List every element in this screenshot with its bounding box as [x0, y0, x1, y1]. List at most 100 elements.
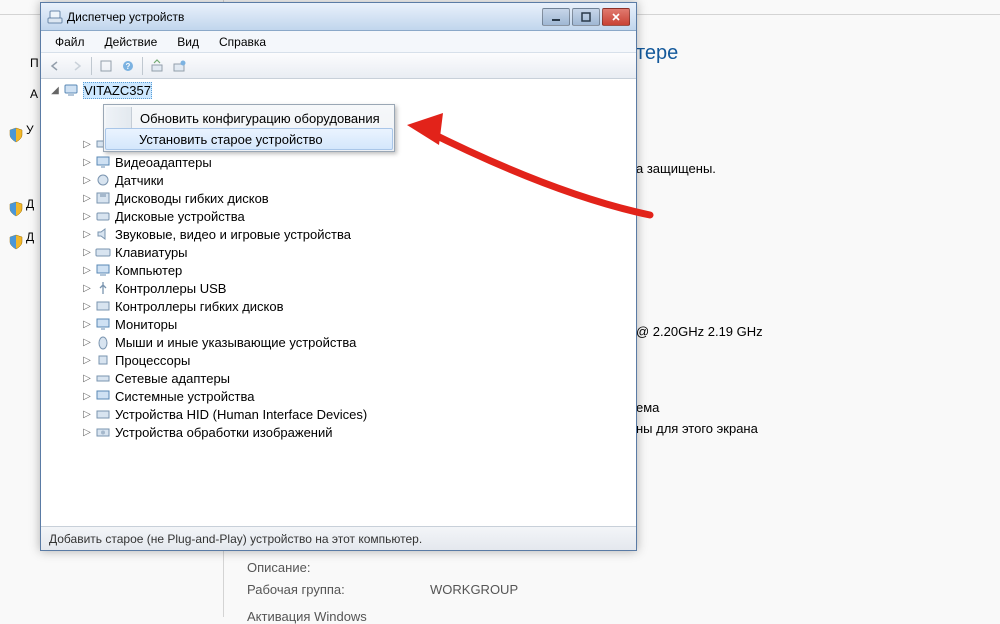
expand-toggle-icon[interactable]: ▷ — [81, 157, 93, 168]
device-manager-window: Диспетчер устройств Файл Действие Вид Сп… — [40, 2, 637, 551]
expand-toggle-icon[interactable]: ▷ — [81, 211, 93, 222]
expand-toggle-icon[interactable]: ▷ — [81, 193, 93, 204]
ctx-item-label: Обновить конфигурацию оборудования — [140, 111, 380, 126]
sensor-icon — [95, 172, 111, 188]
expand-toggle-icon[interactable]: ▷ — [81, 265, 93, 276]
status-text: Добавить старое (не Plug-and-Play) устро… — [49, 532, 422, 546]
toolbar-back-button[interactable] — [45, 56, 65, 76]
close-button[interactable] — [602, 8, 630, 26]
tree-item[interactable]: ▷ Мыши и иные указывающие устройства — [41, 333, 636, 351]
bg-letter-2: У — [26, 123, 34, 137]
bg-value-workgroup: WORKGROUP — [430, 582, 518, 597]
tree-item[interactable]: ▷ Датчики — [41, 171, 636, 189]
tree-item-label: Системные устройства — [115, 389, 254, 404]
menubar: Файл Действие Вид Справка — [41, 31, 636, 53]
network-adapter-icon — [95, 370, 111, 386]
shield-icon — [8, 234, 24, 250]
toolbar-legacy-button[interactable] — [169, 56, 189, 76]
expand-toggle-icon[interactable]: ▷ — [81, 373, 93, 384]
tree-item-label: Компьютер — [115, 263, 182, 278]
tree-item[interactable]: ▷ Дисководы гибких дисков — [41, 189, 636, 207]
window-title: Диспетчер устройств — [67, 10, 542, 24]
menu-view[interactable]: Вид — [167, 33, 209, 51]
expand-toggle-icon[interactable]: ▷ — [81, 337, 93, 348]
menu-action[interactable]: Действие — [95, 33, 168, 51]
tree-item[interactable]: ▷ Системные устройства — [41, 387, 636, 405]
expand-toggle-icon[interactable]: ▷ — [81, 319, 93, 330]
menu-help[interactable]: Справка — [209, 33, 276, 51]
tree-item[interactable]: ▷Мониторы — [41, 315, 636, 333]
toolbar: ? — [41, 53, 636, 79]
tree-item-label: Мыши и иные указывающие устройства — [115, 335, 356, 350]
window-buttons — [542, 8, 630, 26]
keyboard-icon — [95, 244, 111, 260]
tree-item[interactable]: ▷ Звуковые, видео и игровые устройства — [41, 225, 636, 243]
tree-item-label: Дисковые устройства — [115, 209, 245, 224]
expand-toggle-icon[interactable]: ▷ — [81, 355, 93, 366]
titlebar[interactable]: Диспетчер устройств — [41, 3, 636, 31]
sound-icon — [95, 226, 111, 242]
tree-item[interactable]: ▷Контроллеры гибких дисков — [41, 297, 636, 315]
tree-root[interactable]: ◢ VITAZC357 — [41, 81, 636, 99]
tree-item[interactable]: ▷ Устройства обработки изображений — [41, 423, 636, 441]
shield-icon — [8, 201, 24, 217]
bg-tema-fragment: eма — [636, 400, 659, 415]
floppy-controller-icon — [95, 298, 111, 314]
tree-item[interactable]: ▷ Компьютер — [41, 261, 636, 279]
expand-toggle-icon[interactable]: ▷ — [81, 175, 93, 186]
expand-toggle-icon[interactable]: ▷ — [81, 139, 93, 150]
minimize-button[interactable] — [542, 8, 570, 26]
toolbar-scan-button[interactable] — [147, 56, 167, 76]
expand-toggle-icon[interactable]: ◢ — [49, 85, 61, 96]
tree-item[interactable]: ▷ Контроллеры USB — [41, 279, 636, 297]
bg-letter-1: А — [30, 87, 38, 101]
bg-cpu-info: @ 2.20GHz 2.19 GHz — [636, 324, 763, 339]
bg-letter-3: Д — [26, 197, 34, 211]
computer-icon — [95, 262, 111, 278]
tree-root-label: VITAZC357 — [83, 82, 152, 99]
maximize-button[interactable] — [572, 8, 600, 26]
expand-toggle-icon[interactable]: ▷ — [81, 247, 93, 258]
imaging-device-icon — [95, 424, 111, 440]
tree-item-label: Процессоры — [115, 353, 190, 368]
expand-toggle-icon[interactable]: ▷ — [81, 301, 93, 312]
expand-toggle-icon[interactable]: ▷ — [81, 409, 93, 420]
toolbar-separator — [91, 57, 92, 75]
tree-item-label: Дисководы гибких дисков — [115, 191, 269, 206]
tree-item-label: Устройства HID (Human Interface Devices) — [115, 407, 367, 422]
svg-text:?: ? — [126, 62, 131, 71]
toolbar-help-button[interactable]: ? — [118, 56, 138, 76]
bg-letter-0: П — [30, 56, 39, 70]
tree-item-label: Сетевые адаптеры — [115, 371, 230, 386]
tree-item[interactable]: ▷ Процессоры — [41, 351, 636, 369]
shield-icon — [8, 127, 24, 143]
device-manager-icon — [47, 9, 63, 25]
tree-item-label: Звуковые, видео и игровые устройства — [115, 227, 351, 242]
system-device-icon — [95, 388, 111, 404]
tree-item-label: Датчики — [115, 173, 164, 188]
expand-toggle-icon[interactable]: ▷ — [81, 229, 93, 240]
expand-toggle-icon[interactable]: ▷ — [81, 427, 93, 438]
expand-toggle-icon[interactable]: ▷ — [81, 283, 93, 294]
tree-item-label: Устройства обработки изображений — [115, 425, 333, 440]
display-adapter-icon — [95, 154, 111, 170]
tree-item[interactable]: ▷ Сетевые адаптеры — [41, 369, 636, 387]
statusbar: Добавить старое (не Plug-and-Play) устро… — [41, 526, 636, 550]
ctx-add-legacy-hardware[interactable]: Установить старое устройство — [105, 128, 393, 150]
toolbar-properties-button[interactable] — [96, 56, 116, 76]
disk-drive-icon — [95, 208, 111, 224]
tree-item[interactable]: ▷ Устройства HID (Human Interface Devices… — [41, 405, 636, 423]
context-menu: Обновить конфигурацию оборудования Устан… — [103, 104, 395, 152]
expand-toggle-icon[interactable]: ▷ — [81, 391, 93, 402]
bg-screen-text: ны для этого экрана — [636, 421, 758, 436]
bg-label-workgroup: Рабочая группа: — [247, 582, 345, 597]
tree-item[interactable]: ▷Клавиатуры — [41, 243, 636, 261]
computer-icon — [63, 82, 79, 98]
toolbar-forward-button[interactable] — [67, 56, 87, 76]
menu-file[interactable]: Файл — [45, 33, 95, 51]
ctx-scan-hardware[interactable]: Обновить конфигурацию оборудования — [106, 107, 392, 129]
tree-item[interactable]: ▷ Дисковые устройства — [41, 207, 636, 225]
floppy-drive-icon — [95, 190, 111, 206]
tree-item[interactable]: ▷Видеоадаптеры — [41, 153, 636, 171]
tree-item-label: Контроллеры USB — [115, 281, 226, 296]
